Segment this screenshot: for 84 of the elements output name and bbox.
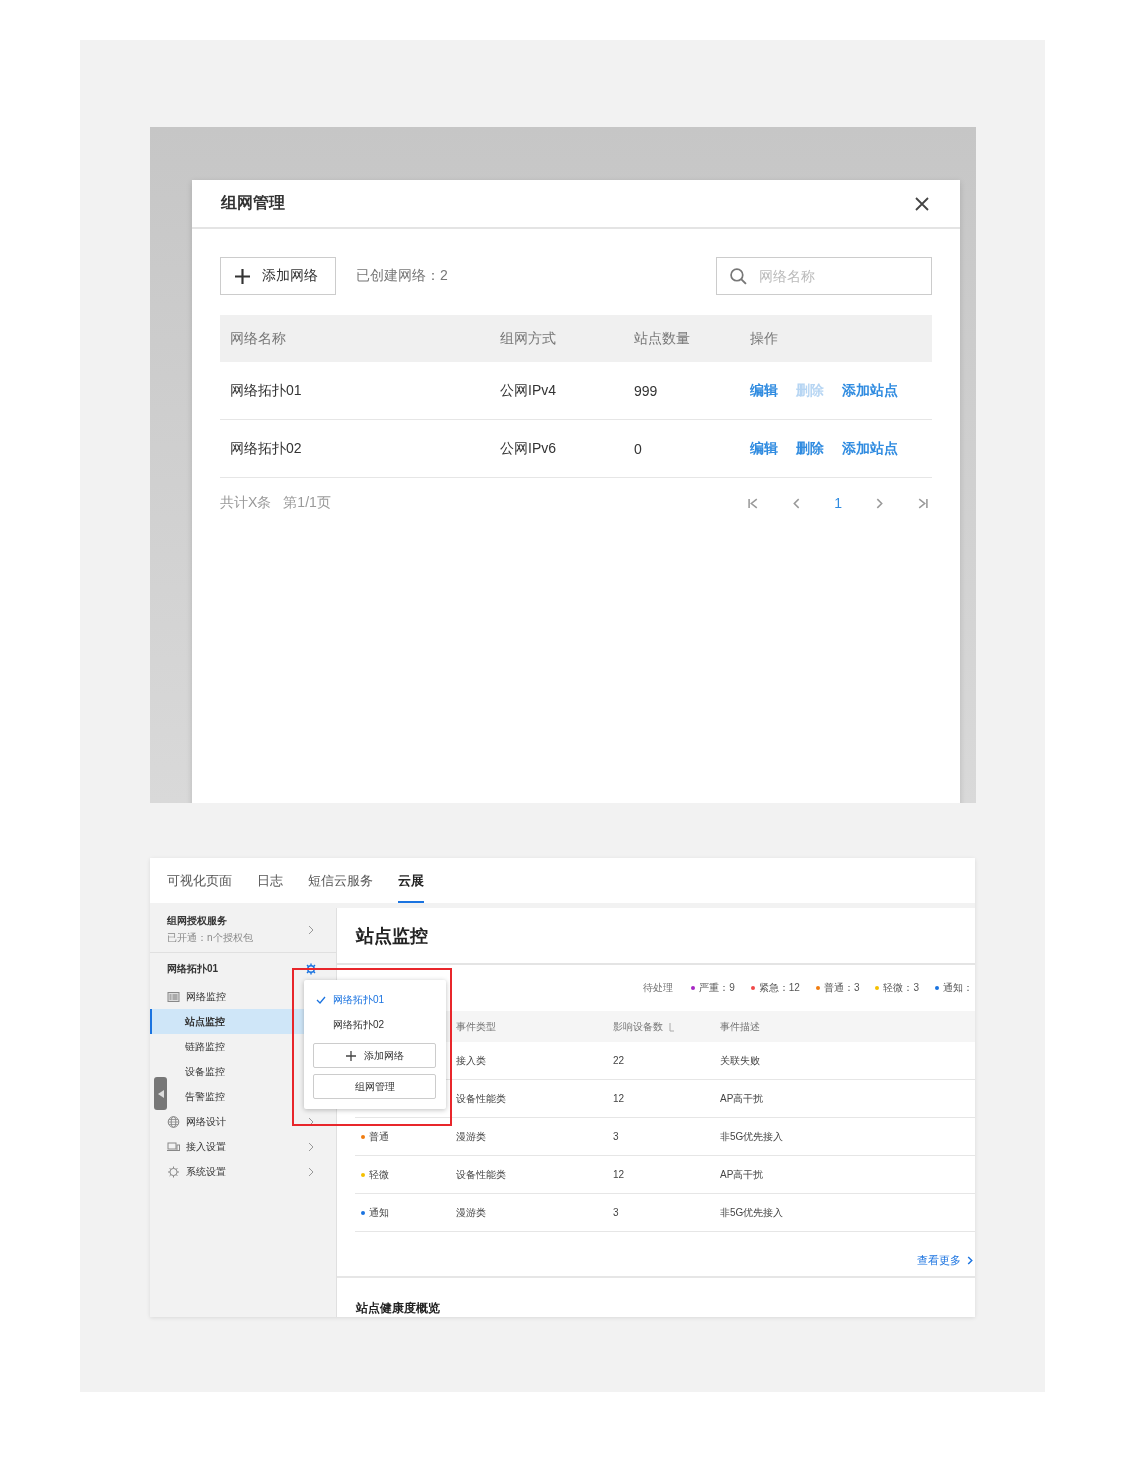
action-link[interactable]: 添加站点 xyxy=(842,439,898,458)
action-link[interactable]: 编辑 xyxy=(750,381,778,400)
page-info: 第1/1页 xyxy=(283,494,331,512)
level-count: 普通：3 xyxy=(823,981,860,995)
service-title: 组网授权服务 xyxy=(167,914,228,928)
table-cell-text: 漫游类 xyxy=(456,1129,487,1144)
sidebar-item[interactable]: 系统设置 xyxy=(150,1159,336,1184)
next-page-icon[interactable] xyxy=(874,497,885,509)
tab[interactable]: 可视化页面 xyxy=(167,858,232,903)
network-name: 网络拓扑01 xyxy=(167,962,219,976)
add-network-button[interactable]: 添加网络 xyxy=(313,1043,436,1068)
table-cell-text: 22 xyxy=(613,1055,626,1066)
search-field[interactable]: 网络名称 xyxy=(716,257,932,295)
action-link[interactable]: 编辑 xyxy=(750,439,778,458)
pending-label: 待处理 xyxy=(643,981,674,995)
column-header: 组网方式 xyxy=(500,329,557,348)
level-count: 严重：9 xyxy=(699,981,735,995)
action-link[interactable]: 删除 xyxy=(796,439,824,458)
table-cell-text: 3 xyxy=(613,1207,620,1218)
chevron-right-icon xyxy=(308,1141,314,1152)
table-cell-text: 0 xyxy=(634,440,643,457)
table-cell-text: 网络拓扑02 xyxy=(229,439,303,458)
table-cell-text: 关联失败 xyxy=(720,1053,761,1068)
column-header: 操作 xyxy=(750,329,779,348)
sidebar-item[interactable]: 接入设置 xyxy=(150,1134,336,1159)
collapse-handle[interactable] xyxy=(154,1077,167,1110)
table-cell-text: 设备性能类 xyxy=(456,1091,507,1106)
view-more-link[interactable]: 查看更多 xyxy=(917,1245,973,1276)
column-header: 影响设备数 xyxy=(613,1019,663,1034)
settings-icon[interactable] xyxy=(305,963,317,975)
table-cell: 普通 xyxy=(369,1129,389,1144)
section-title: 站点健康度概览 xyxy=(356,1301,440,1315)
tab[interactable]: 日志 xyxy=(257,858,283,903)
check-icon xyxy=(316,995,326,1004)
gear-icon xyxy=(167,1165,180,1178)
page-number[interactable]: 1 xyxy=(834,495,842,511)
table-cell-text: AP高干扰 xyxy=(720,1091,765,1106)
table-cell-text: 漫游类 xyxy=(456,1205,487,1220)
table-cell-text: 接入类 xyxy=(456,1053,487,1068)
sort-icon[interactable] xyxy=(669,1021,675,1032)
column-header: 网络名称 xyxy=(229,329,287,348)
chevron-right-icon[interactable] xyxy=(308,924,314,935)
plus-icon xyxy=(235,268,250,284)
table-cell-text: 非5G优先接入 xyxy=(720,1205,785,1220)
table-cell-text: 设备性能类 xyxy=(456,1167,507,1182)
table-cell-text: 公网IPv6 xyxy=(500,439,557,458)
column-header: 事件描述 xyxy=(720,1019,761,1034)
close-icon[interactable] xyxy=(915,196,929,211)
table-cell-text: 12 xyxy=(613,1093,626,1104)
table-cell-text: 非5G优先接入 xyxy=(720,1129,785,1144)
table-cell-text: 公网IPv4 xyxy=(500,381,557,400)
dialog-title: 组网管理 xyxy=(221,193,285,213)
table-cell-text: 12 xyxy=(613,1169,626,1180)
total-count: 共计X条 xyxy=(220,494,272,512)
column-header: 事件类型 xyxy=(456,1019,497,1034)
table-cell-text: AP高干扰 xyxy=(720,1167,765,1182)
action-link[interactable]: 添加站点 xyxy=(842,381,898,400)
first-page-icon[interactable] xyxy=(748,497,760,509)
level-count: 紧急：12 xyxy=(758,981,800,995)
page-title: 站点监控 xyxy=(356,924,428,948)
monitor-list-icon xyxy=(167,991,180,1002)
network-count: 已创建网络：2 xyxy=(356,267,448,285)
level-count: 通知： xyxy=(943,981,973,995)
sidebar-item[interactable]: 网络设计 xyxy=(150,1109,336,1134)
level-count: 轻微：3 xyxy=(883,981,919,995)
column-header: 站点数量 xyxy=(634,329,691,348)
last-page-icon[interactable] xyxy=(917,497,928,509)
add-network-button[interactable]: 添加网络 xyxy=(220,257,336,295)
chevron-right-icon xyxy=(308,1116,314,1127)
service-subtitle: 已开通：n个授权包 xyxy=(167,931,253,945)
laptop-icon xyxy=(167,1141,180,1152)
tab[interactable]: 云展 xyxy=(398,858,424,903)
globe-icon xyxy=(167,1115,180,1128)
chevron-right-icon xyxy=(967,1256,973,1265)
table-cell-text: 3 xyxy=(613,1131,620,1142)
chevron-right-icon xyxy=(308,1166,314,1177)
table-cell-text: 网络拓扑01 xyxy=(229,381,303,400)
plus-icon xyxy=(345,1050,356,1061)
table-cell: 轻微 xyxy=(369,1167,389,1182)
manage-button[interactable]: 组网管理 xyxy=(313,1074,436,1099)
table-cell-text: 999 xyxy=(634,382,659,399)
tab[interactable]: 短信云服务 xyxy=(308,858,373,903)
table-cell: 通知 xyxy=(369,1205,389,1220)
dropdown-item[interactable]: 网络拓扑01 xyxy=(313,987,437,1012)
